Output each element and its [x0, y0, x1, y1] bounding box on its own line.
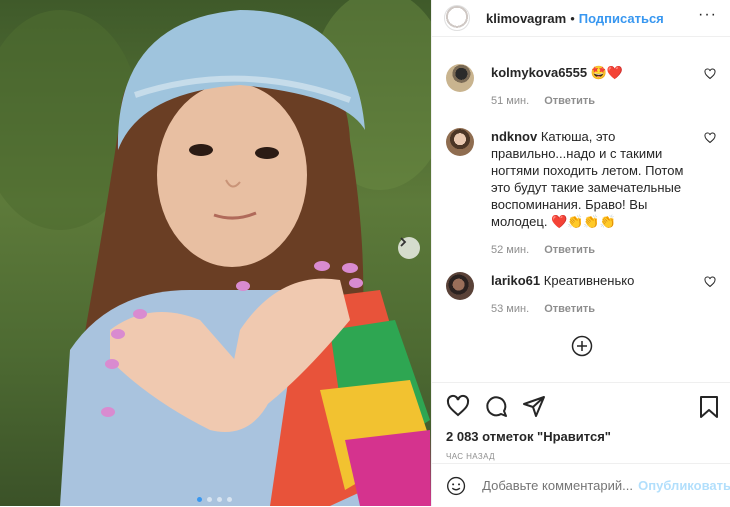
comment-input[interactable]: [480, 477, 635, 494]
add-comment-bar: Опубликовать: [432, 463, 730, 507]
carousel-dots: [197, 497, 232, 502]
post-actions: 2 083 отметок "Нравится" ЧАС НАЗАД: [432, 382, 730, 461]
post-time: ЧАС НАЗАД: [446, 452, 495, 461]
commenter-avatar[interactable]: [446, 272, 474, 300]
comment-item: lariko61 Креативненько 53 мин. Ответить: [446, 272, 716, 318]
load-more-comments-icon[interactable]: [571, 335, 593, 357]
like-comment-icon[interactable]: [704, 132, 716, 144]
comment-text: 🤩❤️: [590, 65, 624, 80]
comment-time: 51 мин.: [491, 95, 530, 107]
like-comment-icon[interactable]: [704, 276, 716, 288]
bookmark-icon[interactable]: [699, 395, 719, 419]
girl-photo-illustration: [0, 0, 431, 506]
carousel-dot: [227, 497, 232, 502]
comment-time: 52 мин.: [491, 244, 530, 256]
reply-button[interactable]: Ответить: [544, 303, 595, 315]
likes-count[interactable]: 2 083 отметок "Нравится": [432, 429, 730, 444]
comment-username[interactable]: kolmykova6555: [491, 65, 587, 80]
share-icon[interactable]: [522, 394, 546, 418]
commenter-avatar[interactable]: [446, 128, 474, 156]
chevron-right-icon: [400, 237, 407, 247]
carousel-dot: [217, 497, 222, 502]
comment-username[interactable]: lariko61: [491, 273, 540, 288]
post-photo[interactable]: [0, 0, 431, 506]
next-photo-button[interactable]: [398, 237, 420, 259]
post-header: klimovagram • Подписаться ···: [432, 0, 730, 37]
comment-text: Катюша, это правильно...надо и с такими …: [491, 129, 684, 229]
post-side-panel: klimovagram • Подписаться ··· kolmykova6…: [431, 0, 730, 506]
comment-item: ndknov Катюша, это правильно...надо и с …: [446, 128, 716, 259]
author-username[interactable]: klimovagram: [486, 11, 566, 26]
carousel-dot: [207, 497, 212, 502]
comment-time: 53 мин.: [491, 303, 530, 315]
header-separator: •: [570, 10, 575, 26]
reply-button[interactable]: Ответить: [544, 244, 595, 256]
comment-username[interactable]: ndknov: [491, 129, 537, 144]
publish-button[interactable]: Опубликовать: [638, 478, 730, 493]
more-options-icon[interactable]: ···: [698, 6, 717, 24]
carousel-dot-active: [197, 497, 202, 502]
heart-icon[interactable]: [446, 394, 470, 418]
comment-item: kolmykova6555 🤩❤️ 51 мин. Ответить: [446, 64, 716, 110]
author-avatar[interactable]: [444, 5, 470, 31]
comment-text: Креативненько: [543, 273, 635, 288]
emoji-icon[interactable]: [446, 475, 466, 497]
reply-button[interactable]: Ответить: [544, 95, 595, 107]
follow-button[interactable]: Подписаться: [579, 11, 664, 26]
like-comment-icon[interactable]: [704, 68, 716, 80]
commenter-avatar[interactable]: [446, 64, 474, 92]
comment-icon[interactable]: [484, 394, 508, 418]
